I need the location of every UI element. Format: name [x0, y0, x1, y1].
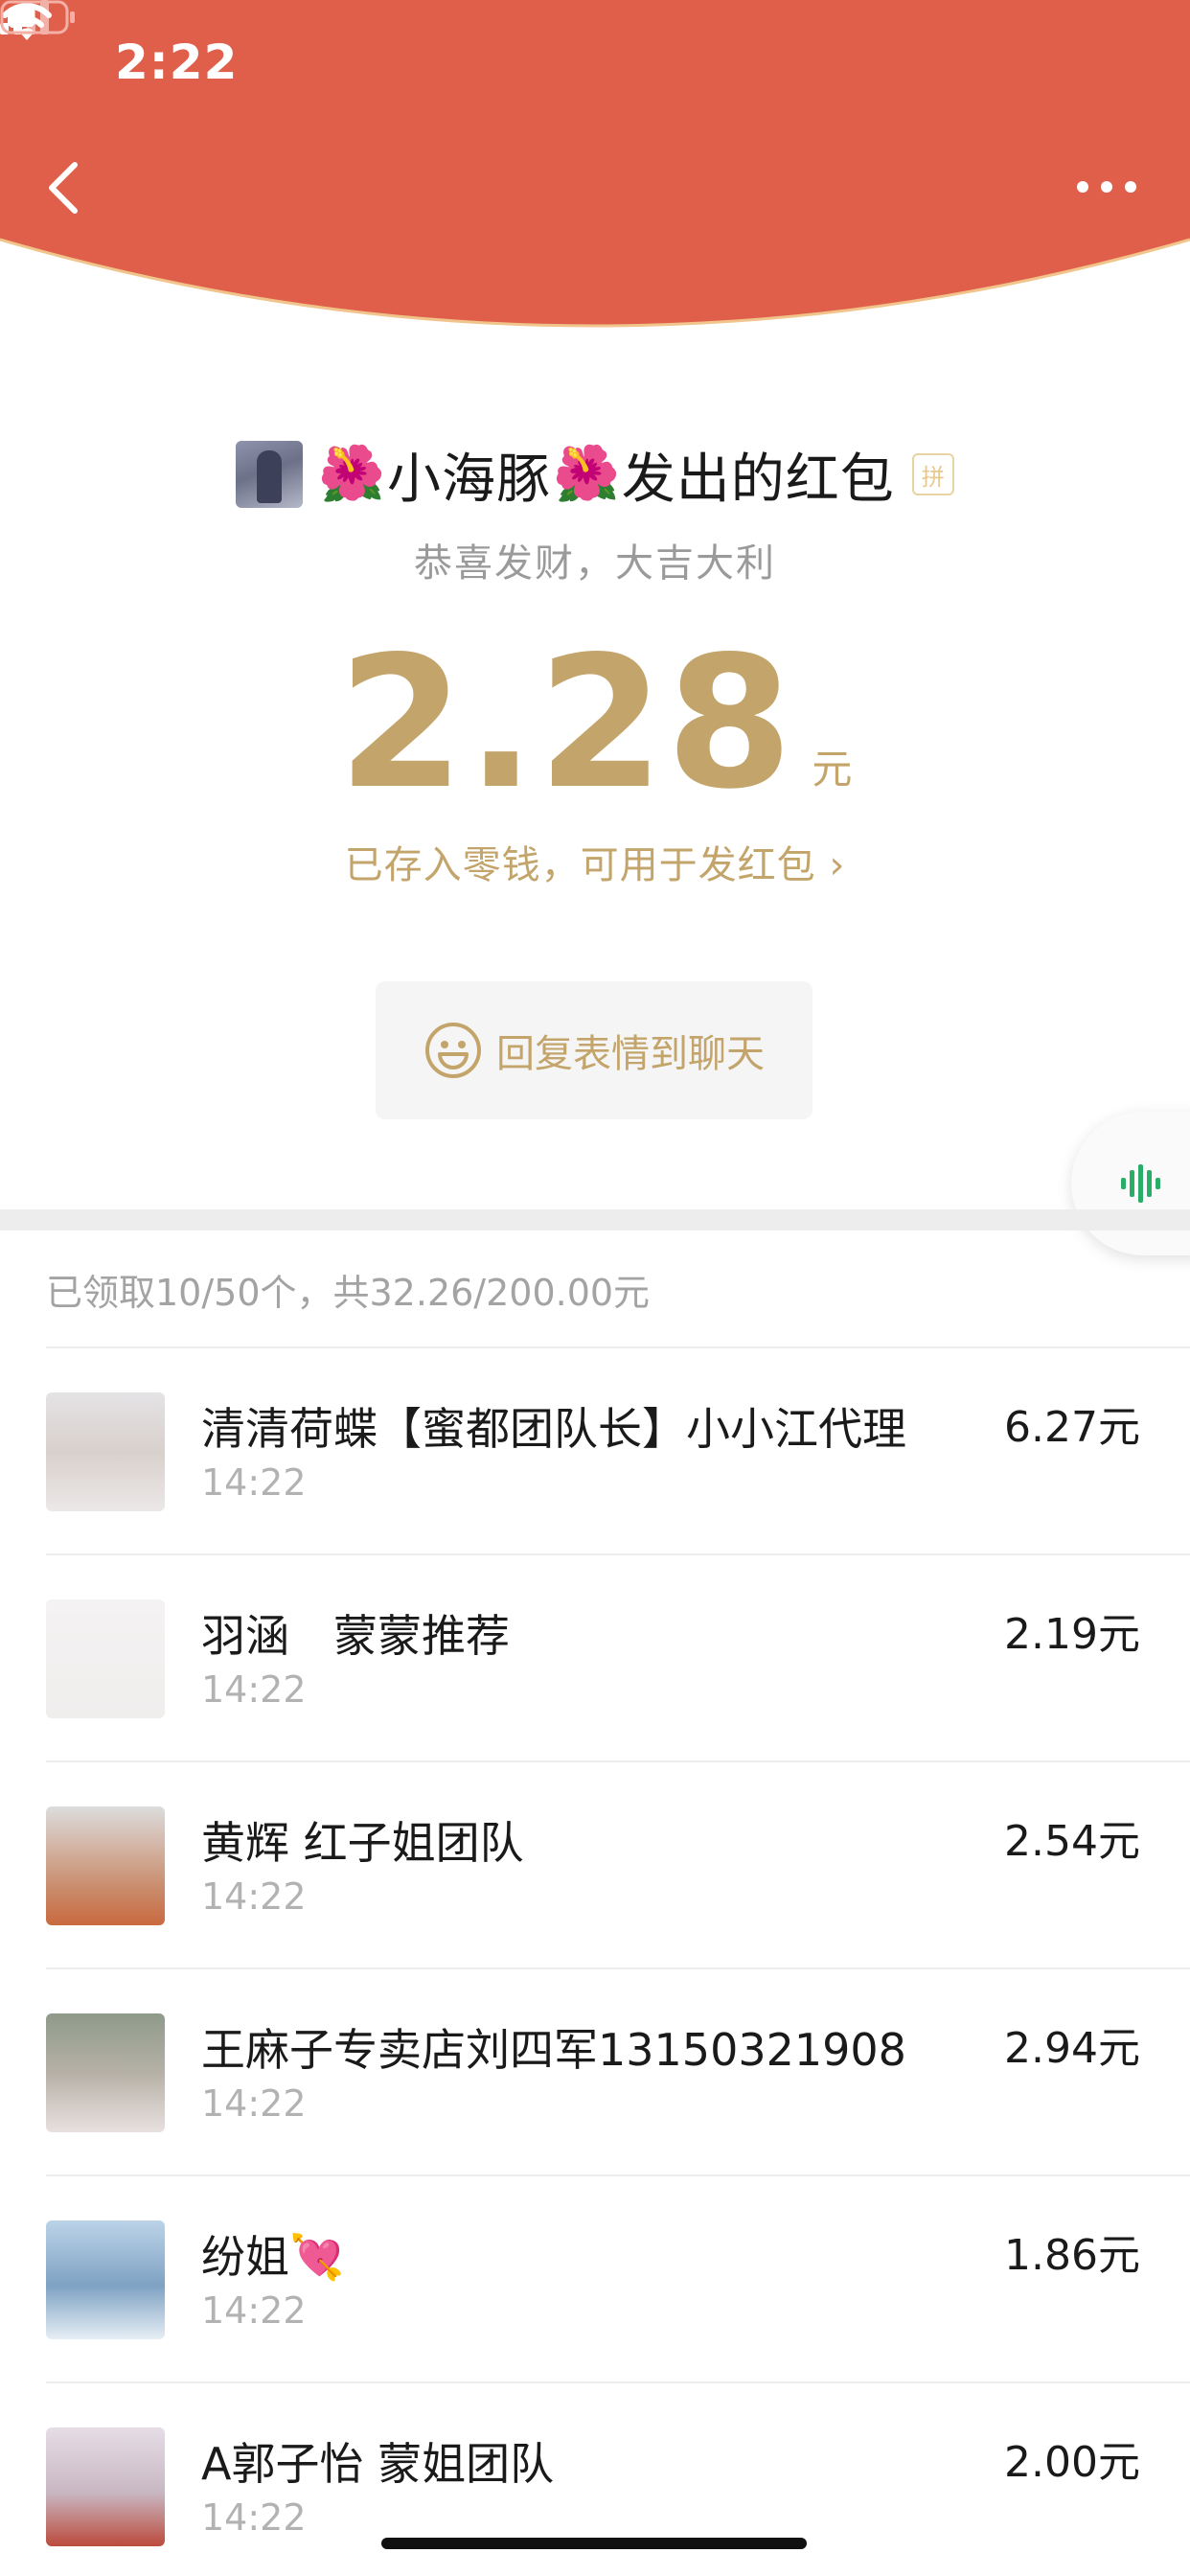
amount-value: 2.28: [337, 617, 795, 829]
voice-wave-icon: [1121, 1164, 1160, 1203]
receiver-name: 王麻子专卖店刘四军13150321908: [201, 2024, 906, 2076]
reply-sticker-button[interactable]: 回复表情到聊天: [376, 981, 812, 1119]
home-indicator[interactable]: [381, 2538, 807, 2549]
amount-unit: 元: [812, 746, 853, 793]
receive-amount: 2.00元: [1004, 2438, 1140, 2487]
row-separator: [46, 2381, 1190, 2383]
row-separator: [46, 2174, 1190, 2176]
section-divider: [0, 1209, 1190, 1230]
row-separator: [46, 1967, 1190, 1969]
red-packet-detail-page: 2:22 🌺 小海豚 🌺 发出的红包 拼 恭喜发财，大吉大利 2.28 元 已存…: [0, 0, 1190, 2576]
sender-avatar[interactable]: [236, 441, 304, 508]
receive-amount: 2.19元: [1004, 1610, 1140, 1659]
header: 2:22: [0, 0, 1190, 355]
amount-display: 2.28 元: [0, 623, 1190, 815]
receive-amount: 1.86元: [1004, 2231, 1140, 2280]
back-button[interactable]: [38, 153, 96, 220]
sender-row: 🌺 小海豚 🌺 发出的红包 拼: [0, 436, 1190, 513]
avatar[interactable]: [46, 2013, 165, 2132]
battery-icon: [0, 0, 75, 34]
receiver-name: 羽涵 蒙蒙推荐: [201, 1610, 510, 1662]
saved-to-change-link[interactable]: 已存入零钱，可用于发红包 ›: [0, 834, 1190, 889]
receive-time: 14:22: [201, 2082, 307, 2125]
flower-emoji: 🌺: [553, 443, 620, 505]
avatar[interactable]: [46, 1392, 165, 1511]
receive-time: 14:22: [201, 1461, 307, 1504]
status-time: 2:22: [115, 34, 239, 90]
smile-icon: [425, 1023, 481, 1078]
receiver-name: 纷姐💘: [201, 2231, 345, 2283]
receive-time: 14:22: [201, 2289, 307, 2332]
list-item[interactable]: 羽涵 蒙蒙推荐 14:22 2.19元: [0, 1553, 1190, 1760]
claim-summary: 已领取10/50个，共32.26/200.00元: [46, 1272, 651, 1314]
voice-float-button[interactable]: [1071, 1112, 1190, 1255]
row-separator: [46, 1553, 1190, 1555]
list-item[interactable]: 王麻子专卖店刘四军13150321908 14:22 2.94元: [0, 1967, 1190, 2174]
receive-time: 14:22: [201, 1875, 307, 1918]
greeting-text: 恭喜发财，大吉大利: [414, 541, 776, 586]
receive-time: 14:22: [201, 2496, 307, 2539]
receiver-name: 黄辉 红子姐团队: [201, 1817, 524, 1869]
receive-time: 14:22: [201, 1668, 307, 1711]
receiver-name: 清清荷蝶【蜜都团队长】小小江代理: [201, 1403, 906, 1455]
list-item[interactable]: 纷姐💘 14:22 1.86元: [0, 2174, 1190, 2381]
reply-sticker-label: 回复表情到聊天: [496, 1032, 765, 1076]
list-item[interactable]: 黄辉 红子姐团队 14:22 2.54元: [0, 1760, 1190, 1967]
sender-suffix: 发出的红包: [621, 448, 895, 511]
row-separator: [46, 1346, 1190, 1348]
receiver-name: A郭子怡 蒙姐团队: [201, 2438, 555, 2490]
pin-badge: 拼: [911, 453, 954, 495]
receive-amount: 6.27元: [1004, 1403, 1140, 1452]
sender-name: 小海豚: [387, 448, 551, 511]
more-dots-icon: [1077, 181, 1136, 193]
avatar[interactable]: [46, 1806, 165, 1925]
back-arrow-icon: [49, 162, 78, 214]
receiver-list: 清清荷蝶【蜜都团队长】小小江代理 14:22 6.27元 羽涵 蒙蒙推荐 14:…: [0, 1346, 1190, 2576]
row-separator: [46, 1760, 1190, 1762]
avatar[interactable]: [46, 2427, 165, 2546]
avatar[interactable]: [46, 2220, 165, 2339]
more-button[interactable]: [1073, 172, 1140, 201]
receive-amount: 2.54元: [1004, 1817, 1140, 1866]
receive-amount: 2.94元: [1004, 2024, 1140, 2073]
flower-emoji: 🌺: [318, 443, 385, 505]
list-item[interactable]: 清清荷蝶【蜜都团队长】小小江代理 14:22 6.27元: [0, 1346, 1190, 1553]
avatar[interactable]: [46, 1599, 165, 1718]
